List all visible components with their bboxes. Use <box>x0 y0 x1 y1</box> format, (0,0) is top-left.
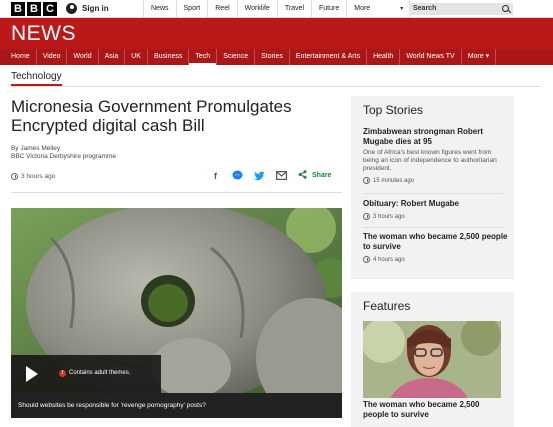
top-stories-title: Top Stories <box>363 103 424 117</box>
top-story-item[interactable]: The woman who became 2,500 people to sur… <box>363 232 508 263</box>
subnav-video[interactable]: Video <box>37 49 68 65</box>
top-nav-reel[interactable]: Reel <box>207 0 236 18</box>
top-story-item[interactable]: Obituary: Robert Mugabe 3 hours ago <box>363 199 508 220</box>
subnav-stories[interactable]: Stories <box>255 49 290 65</box>
author-role: BBC Victoria Derbyshire programme <box>11 153 116 160</box>
top-nav-sport[interactable]: Sport <box>175 0 208 18</box>
news-subnav: Home Video World Asia UK Business Tech S… <box>0 49 553 65</box>
facebook-icon[interactable]: f <box>210 170 221 181</box>
clock-icon <box>363 213 370 220</box>
content-warning: Contains adult themes. <box>69 370 131 376</box>
top-story-item[interactable]: Zimbabwean strongman Robert Mugabe dies … <box>363 127 508 184</box>
bbc-logo[interactable]: B B C <box>11 2 57 16</box>
bbc-masthead: B B C Sign in News Sport Reel Worklife T… <box>0 0 553 18</box>
top-nav-more-label: More <box>354 5 371 12</box>
play-icon[interactable] <box>26 366 38 382</box>
share-icon[interactable] <box>298 170 307 181</box>
search-placeholder: Search <box>413 5 437 12</box>
features-title: Features <box>363 299 411 313</box>
user-icon <box>66 3 77 14</box>
story-title[interactable]: Zimbabwean strongman Robert Mugabe dies … <box>363 127 508 147</box>
top-nav-news[interactable]: News <box>143 0 176 18</box>
feature-title[interactable]: The woman who became 2,500 people to sur… <box>363 400 503 420</box>
search-input[interactable]: Search <box>409 3 513 15</box>
author-name: By James Melley <box>11 145 61 152</box>
video-player[interactable]: ! Contains adult themes. <box>11 208 342 393</box>
article-timestamp: 3 hours ago <box>11 173 55 180</box>
divider <box>11 192 342 193</box>
chevron-down-icon: ▾ <box>400 6 404 12</box>
sign-in-link[interactable]: Sign in <box>66 3 109 14</box>
messenger-icon[interactable] <box>232 170 243 181</box>
news-logo[interactable]: NEWS <box>11 22 76 46</box>
article-headline: Micronesia Government Promulgates Encryp… <box>11 97 292 135</box>
logo-letter: B <box>27 2 41 16</box>
subnav-health[interactable]: Health <box>367 49 401 65</box>
logo-letter: C <box>43 2 57 16</box>
top-nav-future[interactable]: Future <box>311 0 346 18</box>
top-nav-more[interactable]: More ▾ <box>346 0 411 18</box>
video-caption: Should websites be responsible for 'reve… <box>11 393 342 418</box>
story-title[interactable]: Obituary: Robert Mugabe <box>363 199 508 209</box>
logo-letter: B <box>11 2 25 16</box>
search-icon[interactable] <box>502 5 509 12</box>
features-panel: Features The woman who became 2,500 peop… <box>351 292 514 427</box>
subnav-tech[interactable]: Tech <box>189 49 218 65</box>
story-timestamp: 15 minutes ago <box>363 177 508 184</box>
subnav-science[interactable]: Science <box>217 49 256 65</box>
divider <box>363 193 503 194</box>
story-timestamp: 3 hours ago <box>363 213 508 220</box>
story-time: 3 hours ago <box>373 213 405 220</box>
twitter-icon[interactable] <box>254 170 265 181</box>
story-time: 15 minutes ago <box>373 177 415 184</box>
email-icon[interactable] <box>276 170 287 181</box>
warning-icon: ! <box>59 370 66 377</box>
divider <box>363 227 503 228</box>
news-header: NEWS <box>0 18 553 49</box>
clock-icon <box>363 256 370 263</box>
subnav-home[interactable]: Home <box>5 49 37 65</box>
clock-icon <box>11 173 18 180</box>
article-time: 3 hours ago <box>21 173 56 180</box>
feature-portrait <box>363 321 501 398</box>
subnav-world[interactable]: World <box>67 49 99 65</box>
top-nav-travel[interactable]: Travel <box>276 0 311 18</box>
top-stories-panel: Top Stories Zimbabwean strongman Robert … <box>351 96 514 279</box>
byline: By James Melley BBC Victoria Derbyshire … <box>11 145 116 161</box>
subnav-uk[interactable]: UK <box>125 49 148 65</box>
story-summary: One of Africa's best known figures went … <box>363 149 497 172</box>
top-nav-worklife[interactable]: Worklife <box>236 0 277 18</box>
subnav-more[interactable]: More ▾ <box>462 49 497 65</box>
divider <box>11 86 541 87</box>
story-time: 4 hours ago <box>373 256 405 263</box>
subnav-world-news-tv[interactable]: World News TV <box>400 49 462 65</box>
video-controls: ! Contains adult themes. <box>11 355 161 393</box>
story-timestamp: 4 hours ago <box>363 256 508 263</box>
clock-icon <box>363 177 370 184</box>
share-tools: f Share <box>210 170 331 181</box>
subnav-business[interactable]: Business <box>148 49 190 65</box>
story-title[interactable]: The woman who became 2,500 people to sur… <box>363 232 508 252</box>
subnav-entertainment[interactable]: Entertainment & Arts <box>290 49 368 65</box>
subnav-asia[interactable]: Asia <box>99 49 126 65</box>
feature-image[interactable] <box>363 321 501 398</box>
share-button[interactable]: Share <box>312 172 331 179</box>
top-navigation: News Sport Reel Worklife Travel Future M… <box>143 0 411 18</box>
sign-in-label: Sign in <box>82 4 109 13</box>
section-label[interactable]: Technology <box>11 71 62 82</box>
